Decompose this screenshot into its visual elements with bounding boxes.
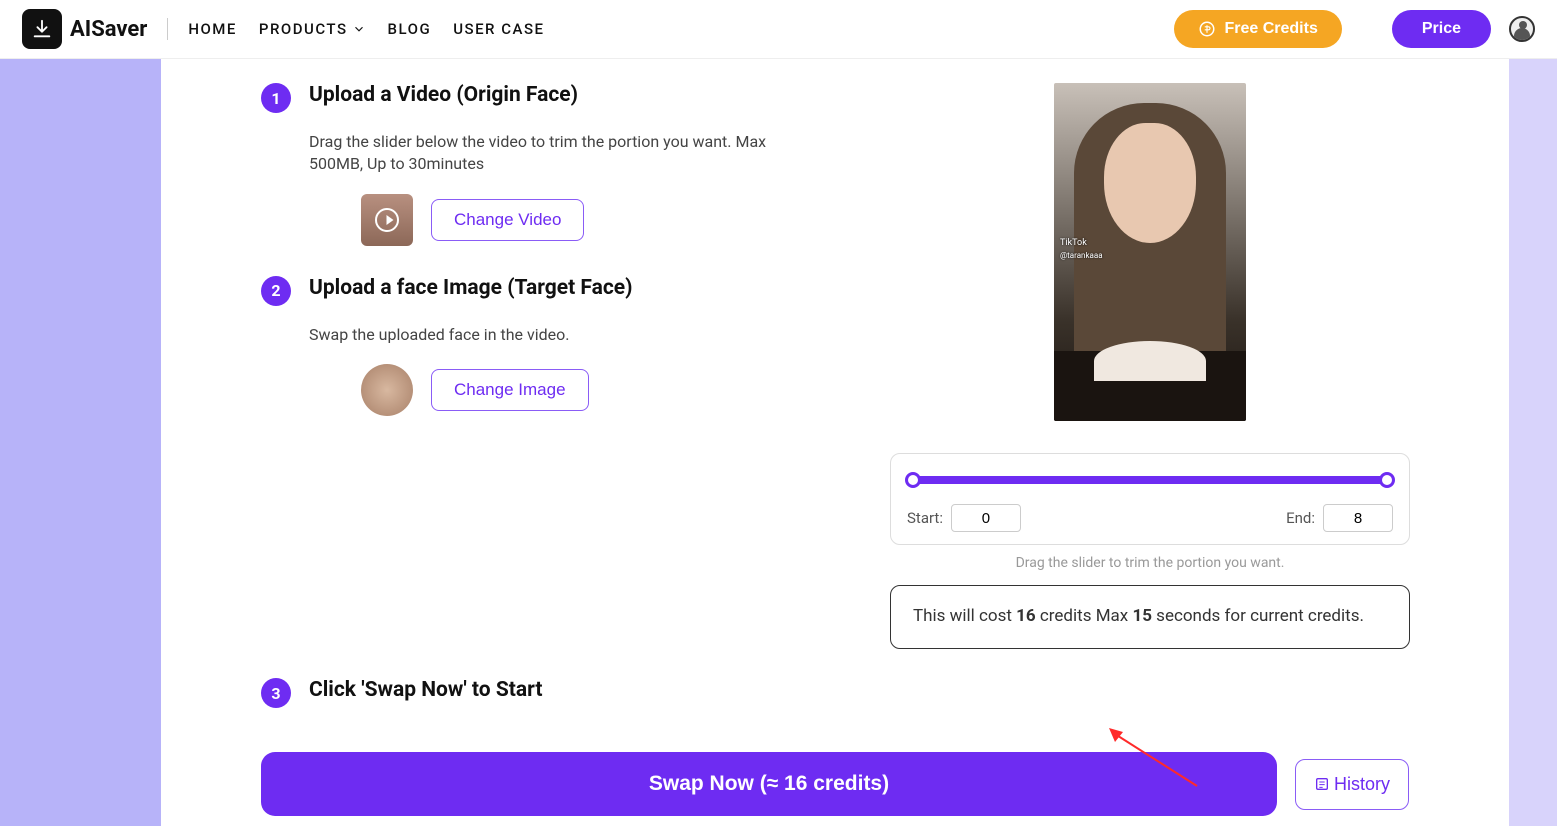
- step-1-num: 1: [261, 83, 291, 113]
- step-2-header: 2 Upload a face Image (Target Face): [261, 276, 781, 306]
- free-credits-label: Free Credits: [1224, 20, 1317, 38]
- history-button[interactable]: History: [1295, 759, 1409, 810]
- chevron-down-icon: [352, 22, 366, 36]
- end-label: End:: [1286, 509, 1315, 527]
- logo-icon: [22, 9, 62, 49]
- nav-usercase[interactable]: USER CASE: [453, 20, 544, 38]
- end-input[interactable]: [1323, 504, 1393, 532]
- change-video-button[interactable]: Change Video: [431, 199, 584, 241]
- step-2-num: 2: [261, 276, 291, 306]
- start-input[interactable]: [951, 504, 1021, 532]
- video-upload-row: Change Video: [361, 194, 781, 246]
- step-2-desc: Swap the uploaded face in the video.: [309, 324, 781, 346]
- trim-slider-box: Start: End:: [890, 453, 1410, 545]
- header: AISaver HOME PRODUCTS BLOG USER CASE Fre…: [0, 0, 1557, 59]
- cost-box: This will cost 16 credits Max 15 seconds…: [890, 585, 1410, 649]
- step-3-num: 3: [261, 678, 291, 708]
- nav-products[interactable]: PRODUCTS: [259, 20, 366, 38]
- nav-home[interactable]: HOME: [188, 20, 237, 38]
- step-1-desc: Drag the slider below the video to trim …: [309, 131, 781, 176]
- history-label: History: [1334, 774, 1390, 795]
- history-icon: [1314, 776, 1330, 792]
- video-preview[interactable]: TikTok @tarankaaa: [1054, 83, 1246, 421]
- cost-seconds: 15: [1132, 606, 1152, 626]
- trim-end-handle[interactable]: [1379, 472, 1395, 488]
- step-3-title: Click 'Swap Now' to Start: [309, 678, 542, 702]
- header-divider: [167, 18, 168, 40]
- step-1-header: 1 Upload a Video (Origin Face): [261, 83, 781, 113]
- image-upload-row: Change Image: [361, 364, 781, 416]
- user-avatar[interactable]: [1509, 16, 1535, 42]
- bottom-bar: Swap Now (≈ 16 credits) History: [161, 736, 1509, 826]
- step-1-title: Upload a Video (Origin Face): [309, 83, 578, 107]
- trim-slider-track[interactable]: [913, 476, 1387, 484]
- coin-icon: [1198, 20, 1216, 38]
- nav-blog[interactable]: BLOG: [388, 20, 432, 38]
- tiktok-watermark: TikTok: [1060, 238, 1087, 248]
- cost-credits: 16: [1016, 606, 1036, 626]
- video-thumbnail[interactable]: [361, 194, 413, 246]
- start-label: Start:: [907, 509, 943, 527]
- main-nav: HOME PRODUCTS BLOG USER CASE: [188, 20, 544, 38]
- left-pad: [0, 59, 161, 826]
- annotation-arrow-icon: [1109, 728, 1199, 788]
- price-button[interactable]: Price: [1392, 10, 1491, 48]
- step-2-title: Upload a face Image (Target Face): [309, 276, 632, 300]
- change-image-button[interactable]: Change Image: [431, 369, 589, 411]
- face-thumbnail[interactable]: [361, 364, 413, 416]
- step-3-header: 3 Click 'Swap Now' to Start: [261, 678, 542, 708]
- tiktok-user: @tarankaaa: [1060, 251, 1103, 260]
- main-content: 1 Upload a Video (Origin Face) Drag the …: [161, 59, 1509, 826]
- trim-start-handle[interactable]: [905, 472, 921, 488]
- slider-hint: Drag the slider to trim the portion you …: [1016, 555, 1285, 571]
- right-pad: [1509, 59, 1557, 826]
- nav-products-label: PRODUCTS: [259, 20, 348, 38]
- brand-name: AISaver: [70, 17, 147, 42]
- free-credits-button[interactable]: Free Credits: [1174, 10, 1341, 48]
